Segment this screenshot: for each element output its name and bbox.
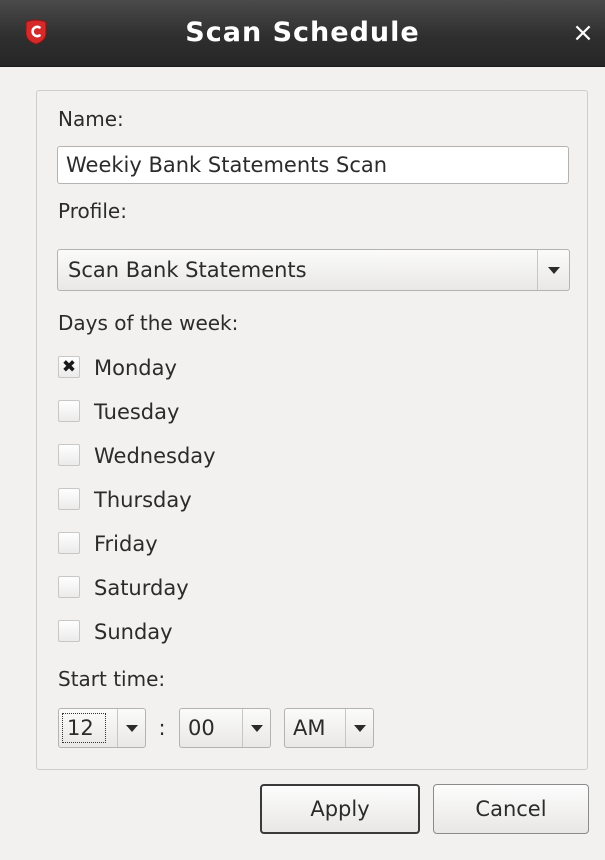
tuesday-checkbox-box[interactable] — [58, 400, 80, 422]
profile-dropdown[interactable]: Scan Bank Statements — [57, 249, 570, 291]
profile-dropdown-value: Scan Bank Statements — [68, 258, 307, 282]
wednesday-checkbox-box[interactable] — [58, 444, 80, 466]
chevron-down-icon[interactable] — [242, 709, 270, 747]
hour-dropdown[interactable]: 12 — [58, 708, 146, 748]
chevron-down-icon[interactable] — [345, 709, 373, 747]
thursday-label: Thursday — [94, 488, 192, 512]
cancel-button[interactable]: Cancel — [433, 784, 589, 834]
chevron-down-icon[interactable] — [117, 709, 145, 747]
wednesday-label: Wednesday — [94, 444, 216, 468]
apply-button[interactable]: Apply — [260, 784, 420, 834]
monday-checkbox-box[interactable] — [58, 356, 80, 378]
minute-value: 00 — [188, 716, 215, 740]
name-label: Name: — [58, 107, 124, 131]
sunday-checkbox-box[interactable] — [58, 620, 80, 642]
thursday-checkbox-box[interactable] — [58, 488, 80, 510]
name-field[interactable]: Weekiy Bank Statements Scan — [57, 146, 569, 184]
period-value: AM — [293, 716, 326, 740]
chevron-down-icon[interactable] — [537, 250, 569, 290]
time-separator: : — [158, 716, 166, 740]
scan-schedule-dialog: Scan Schedule × Name: Weekiy Bank Statem… — [0, 0, 605, 860]
saturday-label: Saturday — [94, 576, 189, 600]
sunday-label: Sunday — [94, 620, 173, 644]
start-time-label: Start time: — [58, 667, 166, 691]
saturday-checkbox-box[interactable] — [58, 576, 80, 598]
friday-checkbox-box[interactable] — [58, 532, 80, 554]
minute-dropdown[interactable]: 00 — [179, 708, 271, 748]
friday-label: Friday — [94, 532, 158, 556]
monday-label: Monday — [94, 356, 177, 380]
close-icon[interactable]: × — [567, 18, 599, 48]
title-bar: Scan Schedule × — [0, 0, 605, 67]
tuesday-label: Tuesday — [94, 400, 180, 424]
hour-value: 12 — [67, 716, 94, 740]
window-title: Scan Schedule — [185, 17, 420, 48]
days-of-week-label: Days of the week: — [58, 311, 239, 335]
period-dropdown[interactable]: AM — [284, 708, 374, 748]
profile-label: Profile: — [58, 199, 127, 223]
comodo-shield-icon — [25, 19, 47, 45]
